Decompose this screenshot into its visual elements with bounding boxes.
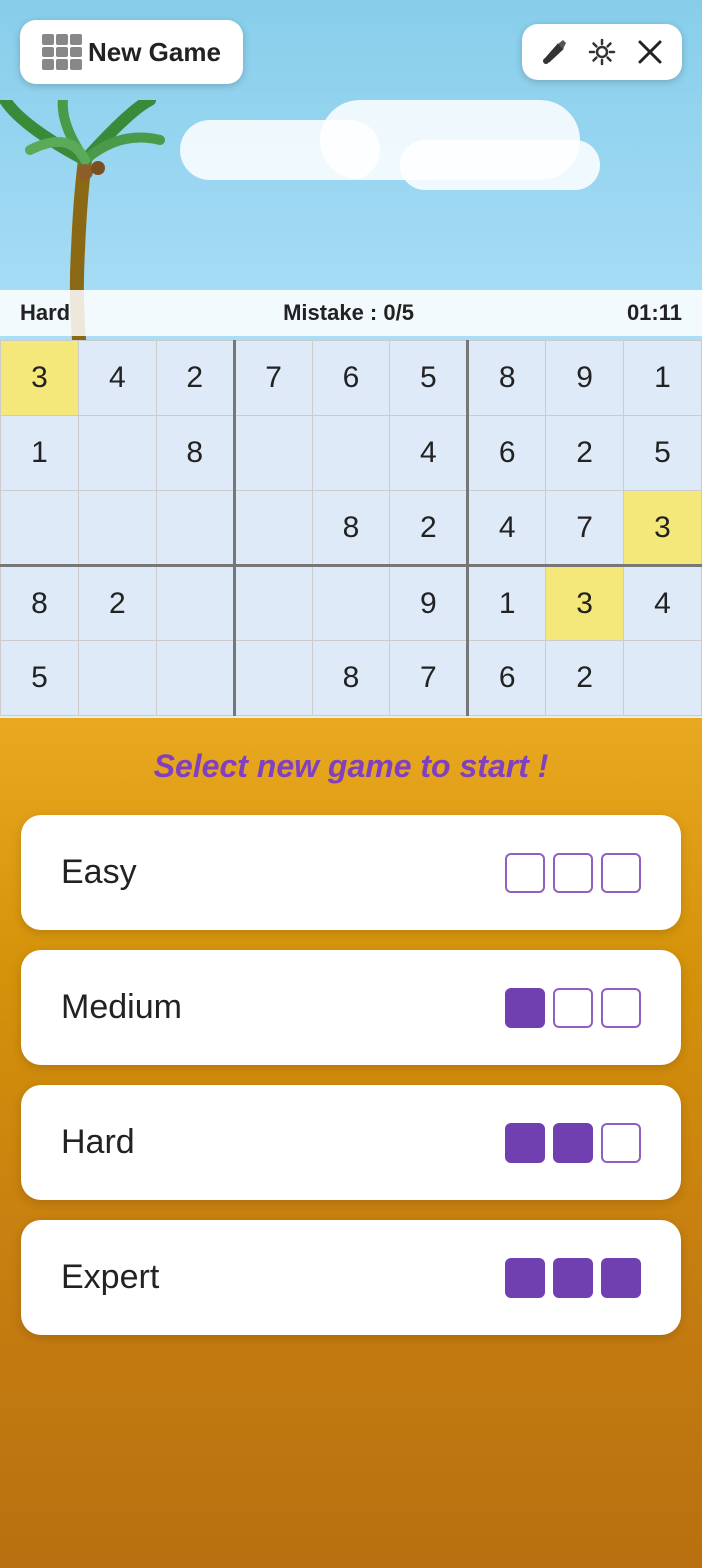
medium-dots bbox=[505, 988, 641, 1028]
close-button[interactable] bbox=[636, 38, 664, 66]
sudoku-cell[interactable] bbox=[156, 566, 234, 641]
settings-icon bbox=[588, 38, 616, 66]
hard-label: Hard bbox=[61, 1123, 135, 1162]
dot-1 bbox=[505, 853, 545, 893]
sudoku-cell[interactable]: 4 bbox=[624, 566, 702, 641]
sudoku-cell[interactable]: 5 bbox=[624, 416, 702, 491]
dot-3 bbox=[601, 853, 641, 893]
sudoku-cell[interactable] bbox=[156, 491, 234, 566]
medium-label: Medium bbox=[61, 988, 182, 1027]
sudoku-cell[interactable]: 8 bbox=[156, 416, 234, 491]
settings-button[interactable] bbox=[588, 38, 616, 66]
hard-dots bbox=[505, 1123, 641, 1163]
top-bar: New Game bbox=[0, 20, 702, 84]
sudoku-cell[interactable]: 2 bbox=[78, 566, 156, 641]
new-game-button[interactable]: New Game bbox=[20, 20, 243, 84]
dot-1 bbox=[505, 1258, 545, 1298]
sudoku-cell[interactable]: 1 bbox=[1, 416, 79, 491]
sudoku-grid-container: 3427658911846258247382913458762 bbox=[0, 340, 702, 716]
expert-dots bbox=[505, 1258, 641, 1298]
sudoku-cell[interactable] bbox=[78, 641, 156, 716]
dot-2 bbox=[553, 988, 593, 1028]
grid-icon bbox=[42, 34, 78, 70]
grid-cell bbox=[42, 34, 54, 45]
sudoku-cell[interactable] bbox=[1, 491, 79, 566]
timer: 01:11 bbox=[627, 300, 682, 326]
sudoku-cell[interactable]: 6 bbox=[468, 641, 546, 716]
sudoku-cell[interactable]: 6 bbox=[468, 416, 546, 491]
sudoku-cell[interactable]: 2 bbox=[390, 491, 468, 566]
sudoku-cell[interactable]: 7 bbox=[390, 641, 468, 716]
sudoku-cell[interactable] bbox=[234, 491, 312, 566]
sudoku-cell[interactable]: 2 bbox=[156, 341, 234, 416]
new-game-label: New Game bbox=[88, 37, 221, 68]
sudoku-cell[interactable]: 8 bbox=[312, 491, 390, 566]
sudoku-cell[interactable] bbox=[624, 641, 702, 716]
sudoku-cell[interactable]: 7 bbox=[546, 491, 624, 566]
sudoku-cell[interactable]: 7 bbox=[234, 341, 312, 416]
grid-cell bbox=[42, 47, 54, 58]
sudoku-cell[interactable]: 6 bbox=[312, 341, 390, 416]
expert-label: Expert bbox=[61, 1258, 159, 1297]
sudoku-cell[interactable] bbox=[312, 566, 390, 641]
sudoku-cell[interactable]: 8 bbox=[468, 341, 546, 416]
dot-1 bbox=[505, 1123, 545, 1163]
dot-3 bbox=[601, 988, 641, 1028]
sudoku-cell[interactable]: 2 bbox=[546, 641, 624, 716]
sudoku-cell[interactable]: 5 bbox=[1, 641, 79, 716]
sudoku-cell[interactable]: 3 bbox=[624, 491, 702, 566]
medium-button[interactable]: Medium bbox=[21, 950, 681, 1065]
grid-cell bbox=[42, 59, 54, 70]
status-bar: Hard Mistake : 0/5 01:11 bbox=[0, 290, 702, 336]
difficulty-label: Hard bbox=[20, 300, 70, 326]
sudoku-cell[interactable]: 9 bbox=[390, 566, 468, 641]
cloud-3 bbox=[400, 140, 600, 190]
sudoku-cell[interactable] bbox=[78, 491, 156, 566]
grid-cell bbox=[56, 34, 68, 45]
dot-2 bbox=[553, 1258, 593, 1298]
grid-cell bbox=[70, 34, 82, 45]
easy-button[interactable]: Easy bbox=[21, 815, 681, 930]
paint-button[interactable] bbox=[540, 38, 568, 66]
grid-cell bbox=[70, 59, 82, 70]
sudoku-cell[interactable]: 5 bbox=[390, 341, 468, 416]
sudoku-cell[interactable]: 9 bbox=[546, 341, 624, 416]
top-right-controls bbox=[522, 24, 682, 80]
sudoku-cell[interactable]: 2 bbox=[546, 416, 624, 491]
select-prompt: Select new game to start ! bbox=[154, 748, 549, 785]
grid-cell bbox=[56, 59, 68, 70]
easy-label: Easy bbox=[61, 853, 137, 892]
sudoku-table: 3427658911846258247382913458762 bbox=[0, 340, 702, 716]
mistake-counter: Mistake : 0/5 bbox=[283, 300, 414, 326]
sudoku-cell[interactable]: 4 bbox=[468, 491, 546, 566]
sudoku-cell[interactable]: 3 bbox=[546, 566, 624, 641]
sudoku-cell[interactable]: 1 bbox=[468, 566, 546, 641]
grid-cell bbox=[70, 47, 82, 58]
grid-cell bbox=[56, 47, 68, 58]
dot-2 bbox=[553, 1123, 593, 1163]
sudoku-cell[interactable]: 8 bbox=[1, 566, 79, 641]
sudoku-cell[interactable] bbox=[156, 641, 234, 716]
sudoku-cell[interactable]: 3 bbox=[1, 341, 79, 416]
sudoku-cell[interactable] bbox=[312, 416, 390, 491]
sudoku-cell[interactable]: 4 bbox=[390, 416, 468, 491]
dot-3 bbox=[601, 1123, 641, 1163]
dot-2 bbox=[553, 853, 593, 893]
dot-3 bbox=[601, 1258, 641, 1298]
dot-1 bbox=[505, 988, 545, 1028]
hard-button[interactable]: Hard bbox=[21, 1085, 681, 1200]
expert-button[interactable]: Expert bbox=[21, 1220, 681, 1335]
close-icon bbox=[636, 38, 664, 66]
sudoku-cell[interactable] bbox=[234, 416, 312, 491]
easy-dots bbox=[505, 853, 641, 893]
sudoku-cell[interactable] bbox=[234, 566, 312, 641]
sudoku-cell[interactable]: 1 bbox=[624, 341, 702, 416]
sudoku-cell[interactable]: 4 bbox=[78, 341, 156, 416]
paint-icon bbox=[540, 38, 568, 66]
sudoku-cell[interactable]: 8 bbox=[312, 641, 390, 716]
sudoku-cell[interactable] bbox=[78, 416, 156, 491]
sudoku-cell[interactable] bbox=[234, 641, 312, 716]
overlay-panel: Select new game to start ! Easy Medium H… bbox=[0, 718, 702, 1568]
